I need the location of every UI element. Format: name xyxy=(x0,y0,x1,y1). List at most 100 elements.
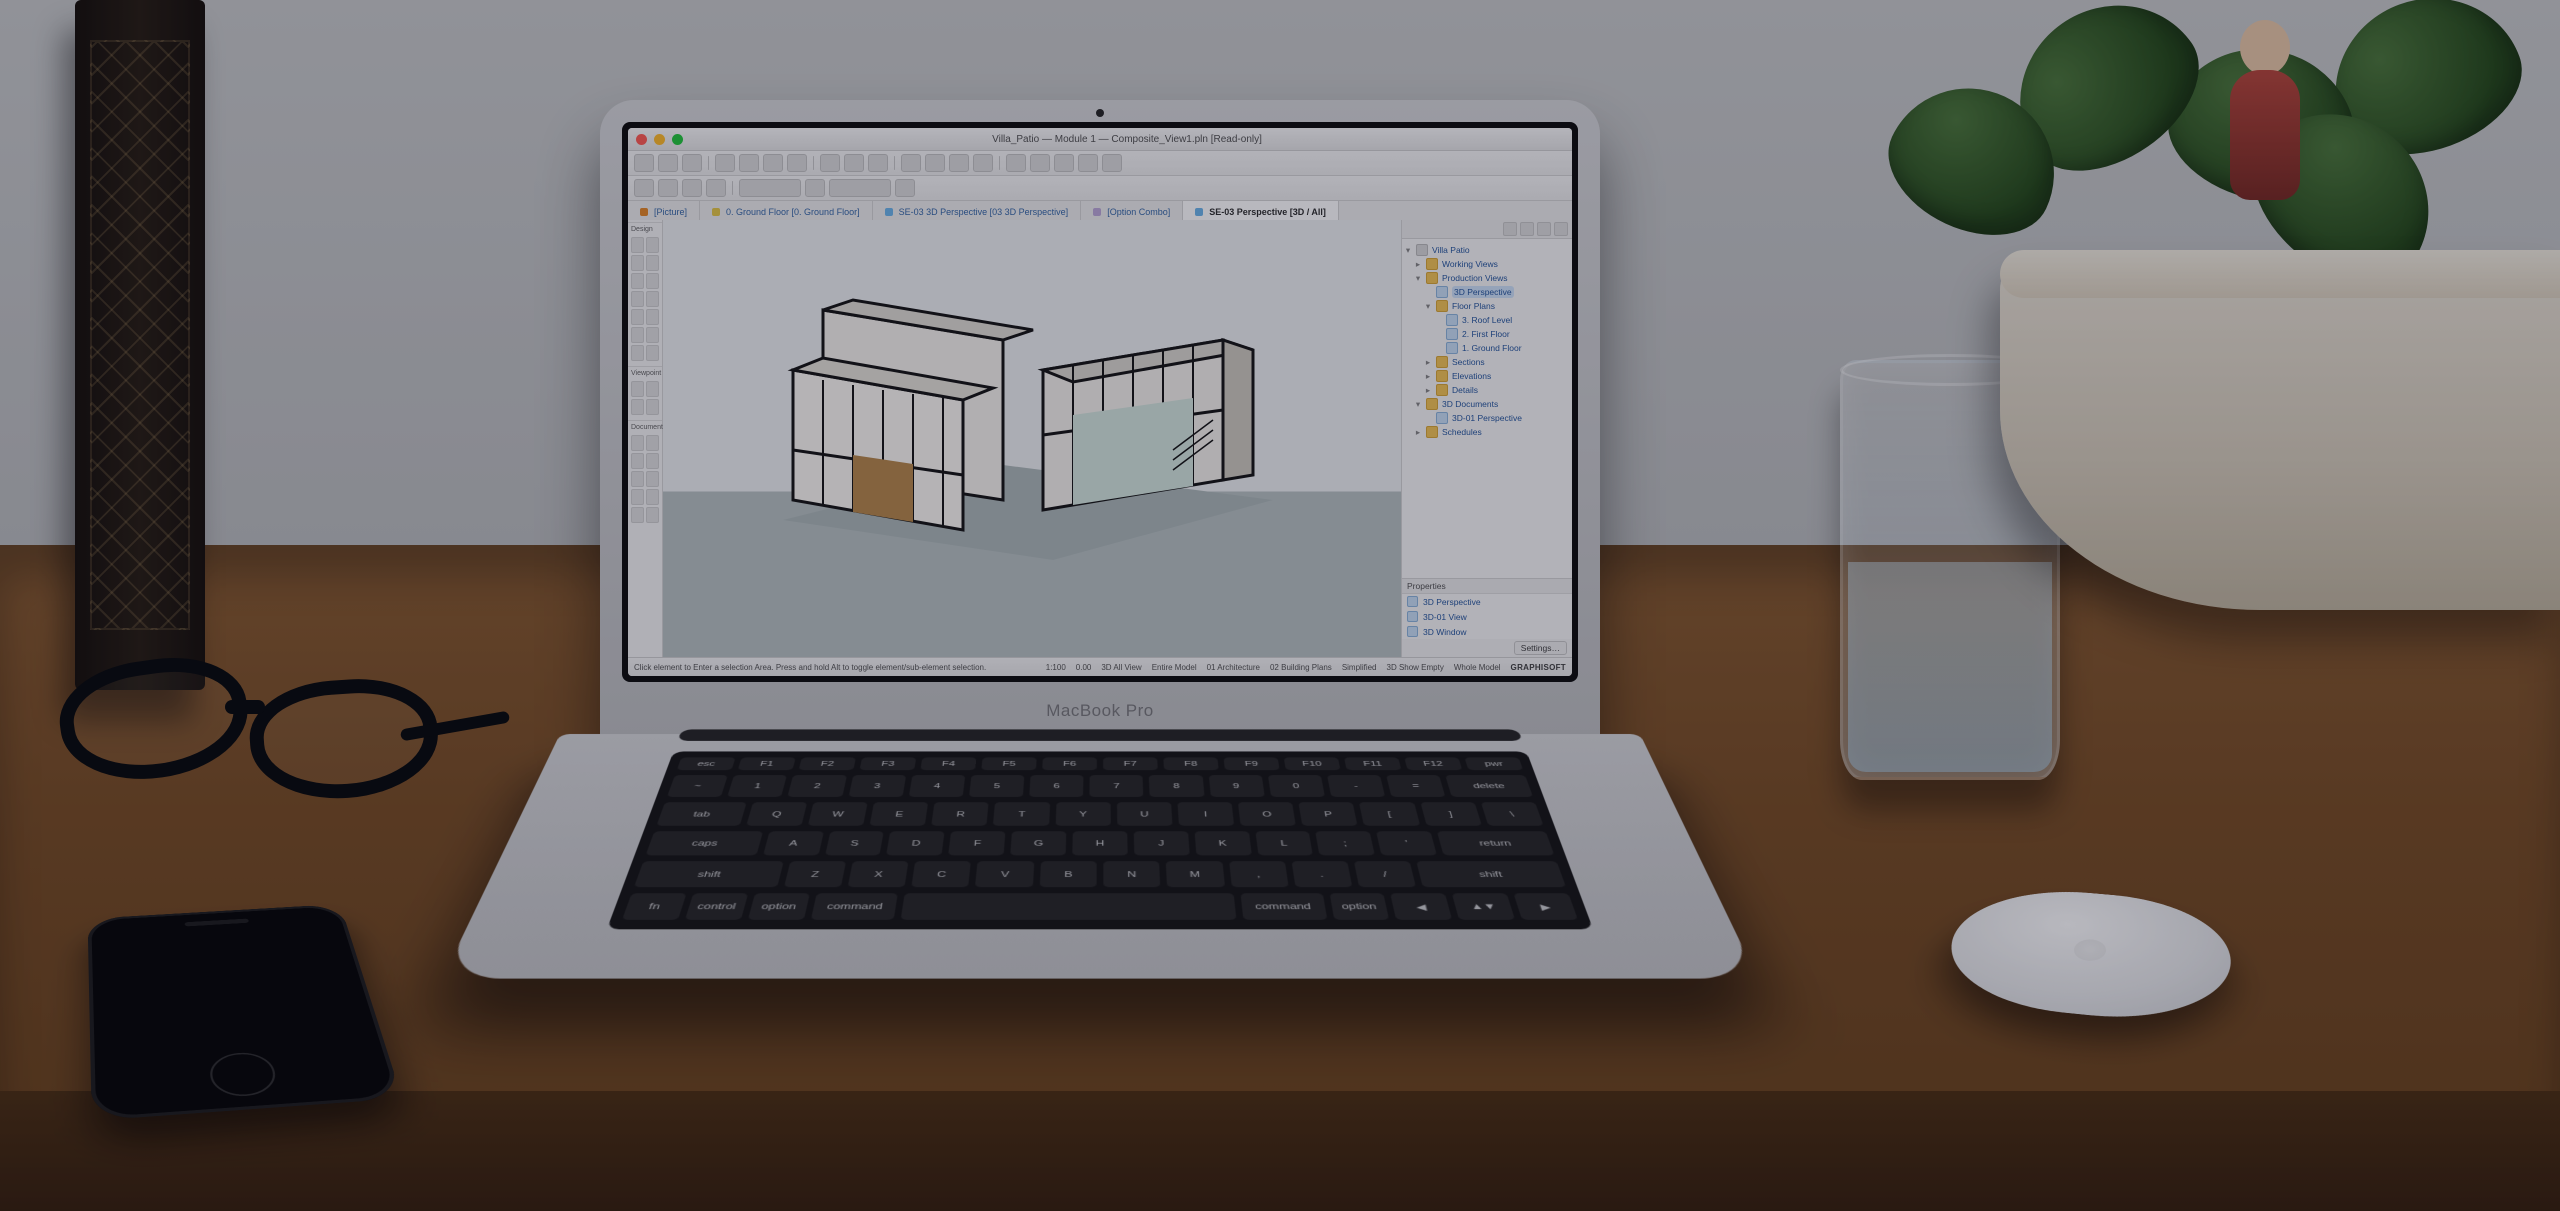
key[interactable]: ; xyxy=(1316,831,1376,857)
key[interactable]: K xyxy=(1194,831,1251,857)
key[interactable]: 1 xyxy=(727,775,787,799)
key[interactable]: ◀ xyxy=(1390,893,1452,922)
key[interactable]: tab xyxy=(656,802,746,827)
key[interactable]: F10 xyxy=(1284,757,1341,771)
key[interactable]: 0 xyxy=(1268,775,1326,799)
key[interactable]: F11 xyxy=(1344,757,1402,771)
key[interactable]: F9 xyxy=(1224,757,1280,771)
key[interactable]: P xyxy=(1299,802,1359,827)
property-row[interactable]: 3D-01 View xyxy=(1402,609,1572,624)
tree-item[interactable]: ▸Sections xyxy=(1404,355,1570,369)
key[interactable]: F12 xyxy=(1404,757,1462,771)
status-segment[interactable]: 3D All View xyxy=(1101,663,1141,672)
minimize-icon[interactable] xyxy=(654,134,665,145)
key[interactable]: O xyxy=(1238,802,1296,827)
tree-item[interactable]: ▾Floor Plans xyxy=(1404,299,1570,313)
tree-item[interactable]: 3. Roof Level xyxy=(1404,313,1570,327)
key[interactable]: F2 xyxy=(798,757,856,771)
key[interactable]: 3 xyxy=(848,775,906,799)
key[interactable]: pwr xyxy=(1464,757,1523,771)
key[interactable]: G xyxy=(1010,831,1066,857)
key[interactable]: F xyxy=(948,831,1005,857)
key[interactable]: 8 xyxy=(1149,775,1204,799)
key[interactable]: 9 xyxy=(1208,775,1264,799)
key[interactable]: B xyxy=(1039,861,1096,888)
key[interactable]: F3 xyxy=(859,757,916,771)
tree-item[interactable]: 3D-01 Perspective xyxy=(1404,411,1570,425)
key[interactable]: F8 xyxy=(1163,757,1219,771)
key[interactable] xyxy=(901,893,1236,922)
key[interactable]: D xyxy=(886,831,945,857)
key[interactable]: 2 xyxy=(787,775,846,799)
key[interactable]: T xyxy=(993,802,1049,827)
key[interactable]: N xyxy=(1103,861,1160,888)
key[interactable]: fn xyxy=(621,893,686,922)
key[interactable]: U xyxy=(1117,802,1173,827)
key[interactable]: F6 xyxy=(1042,757,1097,771)
key[interactable]: option xyxy=(1329,893,1390,922)
property-row[interactable]: 3D Perspective xyxy=(1402,594,1572,609)
key[interactable]: shift xyxy=(1417,861,1567,888)
key[interactable]: 4 xyxy=(908,775,965,799)
status-segment[interactable]: 0.00 xyxy=(1076,663,1092,672)
key[interactable]: command xyxy=(1240,893,1327,922)
status-segment[interactable]: Entire Model xyxy=(1152,663,1197,672)
key[interactable]: - xyxy=(1327,775,1386,799)
key[interactable]: caps xyxy=(645,831,763,857)
key[interactable]: X xyxy=(847,861,908,888)
tree-item[interactable]: ▸Elevations xyxy=(1404,369,1570,383)
settings-button[interactable]: Settings… xyxy=(1514,641,1567,655)
key[interactable]: Z xyxy=(783,861,846,888)
key[interactable]: R xyxy=(931,802,989,827)
key[interactable]: M xyxy=(1166,861,1225,888)
key[interactable]: V xyxy=(975,861,1034,888)
key[interactable]: C xyxy=(911,861,971,888)
tree-item[interactable]: ▾3D Documents xyxy=(1404,397,1570,411)
key[interactable]: . xyxy=(1291,861,1352,888)
key[interactable]: = xyxy=(1386,775,1446,799)
key[interactable]: ' xyxy=(1376,831,1437,857)
key[interactable]: control xyxy=(684,893,748,922)
status-segment[interactable]: 01 Architecture xyxy=(1207,663,1260,672)
key[interactable]: Q xyxy=(746,802,808,827)
key[interactable]: [ xyxy=(1359,802,1420,827)
key[interactable]: esc xyxy=(676,757,735,771)
key[interactable]: F4 xyxy=(920,757,976,771)
key[interactable]: ~ xyxy=(666,775,728,799)
nav-mode-icon[interactable] xyxy=(1503,222,1517,236)
key[interactable]: return xyxy=(1437,831,1555,857)
key[interactable]: F1 xyxy=(737,757,795,771)
key[interactable]: / xyxy=(1354,861,1417,888)
key[interactable]: F5 xyxy=(981,757,1037,771)
status-segment[interactable]: Whole Model xyxy=(1454,663,1501,672)
key[interactable]: shift xyxy=(634,861,784,888)
key[interactable]: S xyxy=(824,831,884,857)
tree-item[interactable]: ▾Production Views xyxy=(1404,271,1570,285)
tree-item[interactable]: ▸Schedules xyxy=(1404,425,1570,439)
key[interactable]: command xyxy=(810,893,898,922)
status-segment[interactable]: Simplified xyxy=(1342,663,1377,672)
tool-button[interactable] xyxy=(631,237,644,253)
close-icon[interactable] xyxy=(636,134,647,145)
tree-item[interactable]: ▸Details xyxy=(1404,383,1570,397)
key[interactable]: E xyxy=(869,802,928,827)
tree-item[interactable]: ▸Working Views xyxy=(1404,257,1570,271)
status-segment[interactable]: 02 Building Plans xyxy=(1270,663,1332,672)
zoom-icon[interactable] xyxy=(672,134,683,145)
key[interactable]: 7 xyxy=(1090,775,1144,799)
key[interactable]: I xyxy=(1177,802,1234,827)
key[interactable]: \ xyxy=(1481,802,1544,827)
key[interactable]: delete xyxy=(1445,775,1533,799)
key[interactable]: ▲▼ xyxy=(1452,893,1516,922)
tree-item[interactable]: 1. Ground Floor xyxy=(1404,341,1570,355)
key[interactable]: 6 xyxy=(1029,775,1083,799)
key[interactable]: ▶ xyxy=(1513,893,1578,922)
key[interactable]: option xyxy=(747,893,809,922)
model-viewport[interactable] xyxy=(663,220,1401,658)
key[interactable]: ] xyxy=(1420,802,1482,827)
navigator-tree[interactable]: ▾Villa Patio▸Working Views▾Production Vi… xyxy=(1402,239,1572,578)
key[interactable]: J xyxy=(1134,831,1190,857)
tree-root[interactable]: ▾Villa Patio xyxy=(1404,243,1570,257)
key[interactable]: W xyxy=(808,802,868,827)
key[interactable]: F7 xyxy=(1103,757,1158,771)
